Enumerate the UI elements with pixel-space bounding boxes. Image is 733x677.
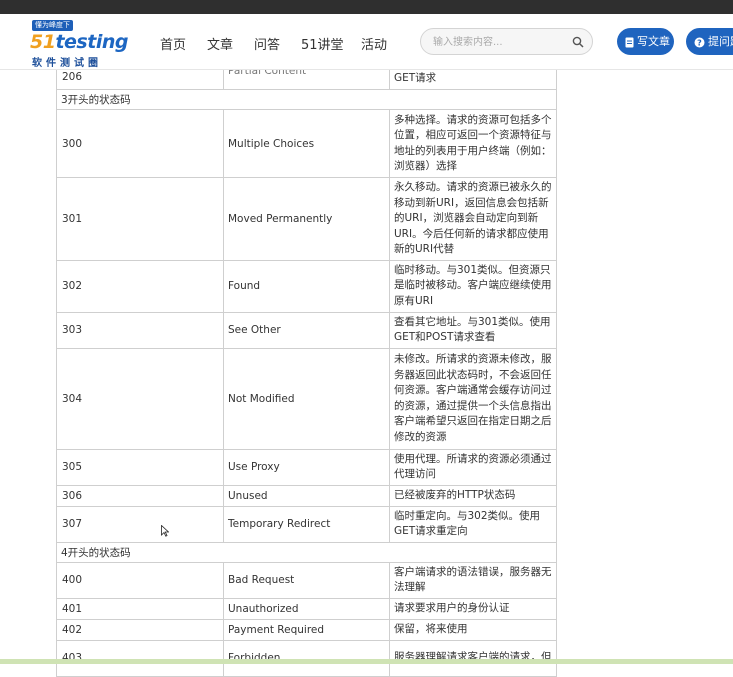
status-desc-cell: 多种选择。请求的资源可包括多个位置，相应可返回一个资源特征与地址的列表用于用户终…: [389, 109, 557, 178]
status-name-cell: Multiple Choices: [223, 109, 390, 178]
article-content: 206 Partial Content GET请求 3开头的状态码 300 Mu…: [0, 0, 733, 677]
status-code-cell: 401: [56, 597, 224, 620]
status-name-cell: Not Modified: [223, 347, 390, 450]
section-title: 4开头的状态码: [56, 541, 557, 563]
question-icon: ?: [694, 37, 705, 47]
logo-brand-text: testing: [55, 31, 128, 53]
status-code-cell: 300: [56, 109, 224, 178]
status-name-cell: Forbidden: [223, 639, 390, 677]
status-desc-cell: 保留，将来使用: [389, 618, 557, 641]
table-row: 301 Moved Permanently 永久移动。请求的资源已被永久的移动到…: [56, 177, 557, 261]
table-row: 306 Unused 已经被废弃的HTTP状态码: [56, 484, 557, 507]
status-name-cell: Temporary Redirect: [223, 505, 390, 543]
browser-top-bar: [0, 0, 733, 14]
status-code-cell: 302: [56, 259, 224, 313]
write-article-button[interactable]: 写文章: [617, 28, 674, 55]
logo-brand: 51testing: [30, 31, 128, 53]
nav-articles[interactable]: 文章: [207, 34, 233, 53]
status-code-cell: 303: [56, 311, 224, 349]
status-desc-cell: 永久移动。请求的资源已被永久的移动到新URI，返回信息会包括新的URI，浏览器会…: [389, 177, 557, 261]
http-status-table: 206 Partial Content GET请求 3开头的状态码 300 Mu…: [56, 56, 557, 677]
status-desc-cell: 临时重定向。与302类似。使用GET请求重定向: [389, 505, 557, 543]
status-name-cell: See Other: [223, 311, 390, 349]
section-header-row: 3开头的状态码: [56, 89, 557, 110]
status-desc-cell: 未修改。所请求的资源未修改，服务器返回此状态码时，不会返回任何资源。客户端通常会…: [389, 347, 557, 450]
logo-slogan: 懂为峰度下: [32, 20, 73, 31]
status-desc-cell: 服务器理解请求客户端的请求，但: [389, 639, 557, 677]
status-name-cell: Bad Request: [223, 561, 390, 599]
status-code-cell: 403: [56, 639, 224, 677]
status-name-cell: Unauthorized: [223, 597, 390, 620]
status-name-cell: Moved Permanently: [223, 177, 390, 261]
status-name-cell: Unused: [223, 484, 390, 507]
table-row: 307 Temporary Redirect 临时重定向。与302类似。使用GE…: [56, 505, 557, 543]
bottom-strip: [0, 659, 733, 664]
site-logo[interactable]: 懂为峰度下 51testing 软件测试圈: [28, 20, 128, 69]
status-desc-cell: 请求要求用户的身份认证: [389, 597, 557, 620]
write-article-label: 写文章: [637, 35, 670, 48]
section-header-row: 4开头的状态码: [56, 541, 557, 563]
site-header: 懂为峰度下 51testing 软件测试圈 首页 文章 问答 51讲堂 活动 写…: [0, 14, 733, 70]
status-code-cell: 304: [56, 347, 224, 450]
logo-brand-number: 51: [30, 31, 56, 53]
table-row: 305 Use Proxy 使用代理。所请求的资源必须通过代理访问: [56, 448, 557, 486]
table-row: 304 Not Modified 未修改。所请求的资源未修改，服务器返回此状态码…: [56, 347, 557, 450]
status-code-cell: 305: [56, 448, 224, 486]
logo-subtitle: 软件测试圈: [32, 58, 102, 69]
table-row: 401 Unauthorized 请求要求用户的身份认证: [56, 597, 557, 620]
status-name-cell: Found: [223, 259, 390, 313]
status-code-cell: 307: [56, 505, 224, 543]
status-code-cell: 306: [56, 484, 224, 507]
status-desc-cell: 临时移动。与301类似。但资源只是临时被移动。客户端应继续使用原有URI: [389, 259, 557, 313]
search-box: [420, 28, 593, 55]
svg-text:?: ?: [697, 38, 702, 47]
ask-question-button[interactable]: ? 提问题: [686, 28, 733, 55]
table-row: 302 Found 临时移动。与301类似。但资源只是临时被移动。客户端应继续使…: [56, 259, 557, 313]
table-row: 400 Bad Request 客户端请求的语法错误，服务器无法理解: [56, 561, 557, 599]
status-code-cell: 301: [56, 177, 224, 261]
search-input[interactable]: [433, 34, 563, 50]
status-code-cell: 400: [56, 561, 224, 599]
table-row: 403 Forbidden 服务器理解请求客户端的请求，但: [56, 639, 557, 677]
nav-qa[interactable]: 问答: [254, 34, 280, 53]
status-name-cell: Use Proxy: [223, 448, 390, 486]
status-code-cell: 402: [56, 618, 224, 641]
ask-question-label: 提问题: [708, 35, 733, 48]
nav-home[interactable]: 首页: [160, 34, 186, 53]
mouse-cursor-icon: [161, 525, 169, 537]
status-desc-cell: 客户端请求的语法错误，服务器无法理解: [389, 561, 557, 599]
status-desc-cell: 查看其它地址。与301类似。使用GET和POST请求查看: [389, 311, 557, 349]
table-row: 402 Payment Required 保留，将来使用: [56, 618, 557, 641]
nav-events[interactable]: 活动: [361, 34, 387, 53]
status-name-cell: Payment Required: [223, 618, 390, 641]
nav-51-lecture[interactable]: 51讲堂: [301, 34, 344, 53]
table-row: 303 See Other 查看其它地址。与301类似。使用GET和POST请求…: [56, 311, 557, 349]
document-icon: [625, 37, 634, 47]
section-title: 3开头的状态码: [56, 89, 557, 110]
status-desc-cell: 已经被废弃的HTTP状态码: [389, 484, 557, 507]
search-icon[interactable]: [572, 36, 584, 48]
status-desc-cell: 使用代理。所请求的资源必须通过代理访问: [389, 448, 557, 486]
table-row: 300 Multiple Choices 多种选择。请求的资源可包括多个位置，相…: [56, 109, 557, 178]
